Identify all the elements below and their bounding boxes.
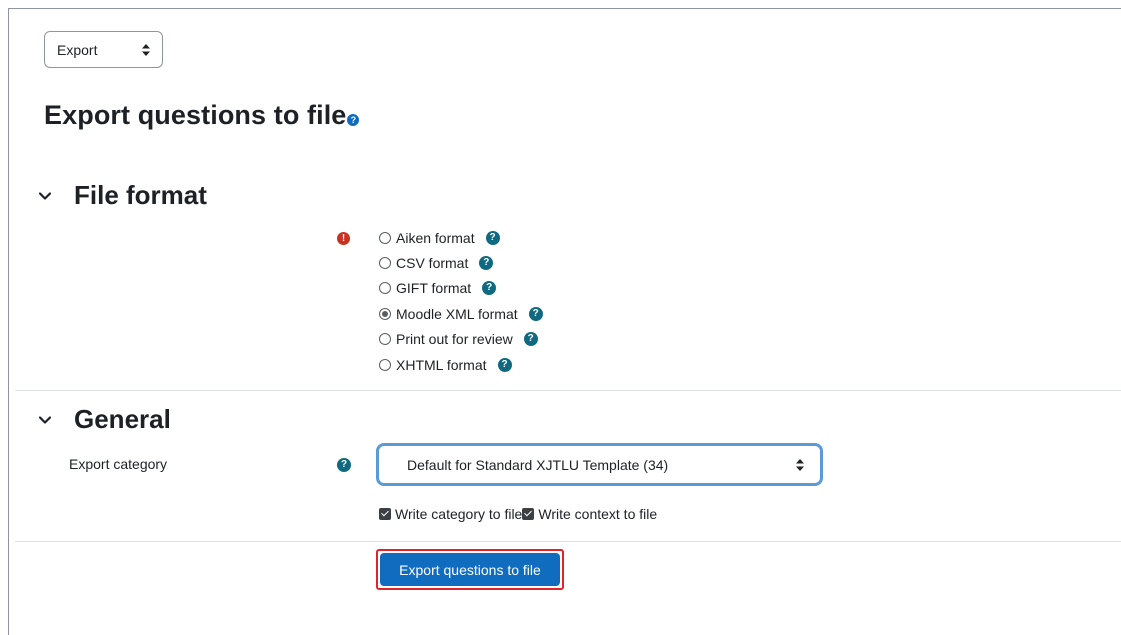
general-section-toggle[interactable]: General <box>36 404 171 435</box>
question-circle-icon[interactable]: ? <box>485 230 500 245</box>
question-circle-icon[interactable]: ? <box>482 281 497 296</box>
file-format-options: Aiken format ? CSV format ? GIFT format … <box>379 225 543 377</box>
format-option-csv[interactable]: CSV format ? <box>379 250 543 275</box>
sort-arrows-icon <box>142 43 150 56</box>
question-circle-icon[interactable]: ? <box>347 114 360 126</box>
general-heading: General <box>74 404 171 434</box>
write-category-label: Write category to file <box>395 506 523 522</box>
format-option-moodle-xml[interactable]: Moodle XML format ? <box>379 301 543 326</box>
format-option-label: GIFT format <box>396 280 472 297</box>
exclamation-circle-icon: ! <box>337 232 350 245</box>
question-circle-icon[interactable]: ? <box>528 306 543 321</box>
format-option-label: CSV format <box>396 255 469 272</box>
format-option-print-review[interactable]: Print out for review ? <box>379 327 543 352</box>
format-option-label: Print out for review <box>396 331 513 348</box>
radio-aiken[interactable] <box>379 231 391 244</box>
page-title-text: Export questions to file <box>44 100 347 130</box>
write-category-checkbox[interactable] <box>379 508 391 520</box>
question-circle-icon[interactable]: ? <box>337 458 351 472</box>
write-context-option[interactable]: Write context to file <box>522 506 657 522</box>
chevron-down-icon <box>38 191 52 200</box>
page-border-top <box>8 8 1121 9</box>
file-format-section-toggle[interactable]: File format <box>36 180 207 211</box>
export-category-select[interactable]: Default for Standard XJTLU Template (34) <box>376 443 823 486</box>
format-option-label: Aiken format <box>396 229 475 246</box>
radio-moodle-xml[interactable] <box>379 307 391 320</box>
radio-xhtml[interactable] <box>379 358 391 371</box>
export-category-value: Default for Standard XJTLU Template (34) <box>407 456 669 473</box>
page-border-left <box>8 8 9 635</box>
format-option-xhtml[interactable]: XHTML format ? <box>379 352 543 377</box>
export-questions-button[interactable]: Export questions to file <box>380 553 560 586</box>
page-title: Export questions to file? <box>44 100 360 131</box>
write-context-checkbox[interactable] <box>522 508 535 520</box>
format-option-gift[interactable]: GIFT format ? <box>379 276 543 301</box>
format-option-aiken[interactable]: Aiken format ? <box>379 225 543 250</box>
question-circle-icon[interactable]: ? <box>497 357 512 372</box>
radio-csv[interactable] <box>379 257 391 270</box>
chevron-down-icon <box>38 415 52 424</box>
question-circle-icon[interactable]: ? <box>523 332 538 347</box>
form-divider <box>15 541 1121 542</box>
format-option-label: XHTML format <box>396 356 487 373</box>
action-select[interactable]: Export <box>44 31 163 68</box>
export-category-label: Export category <box>69 456 168 472</box>
write-category-option[interactable]: Write category to file <box>379 506 522 522</box>
submit-highlight: Export questions to file <box>376 549 564 590</box>
action-select-value: Export <box>57 41 98 58</box>
radio-gift[interactable] <box>379 282 391 295</box>
write-context-label: Write context to file <box>538 506 658 522</box>
sort-arrows-icon <box>796 458 804 471</box>
radio-print-review[interactable] <box>379 333 391 346</box>
file-format-heading: File format <box>74 180 207 210</box>
export-options-checkboxes: Write category to file Write context to … <box>379 506 657 522</box>
question-circle-icon[interactable]: ? <box>479 256 494 271</box>
format-option-label: Moodle XML format <box>396 305 518 322</box>
section-divider <box>15 390 1121 391</box>
